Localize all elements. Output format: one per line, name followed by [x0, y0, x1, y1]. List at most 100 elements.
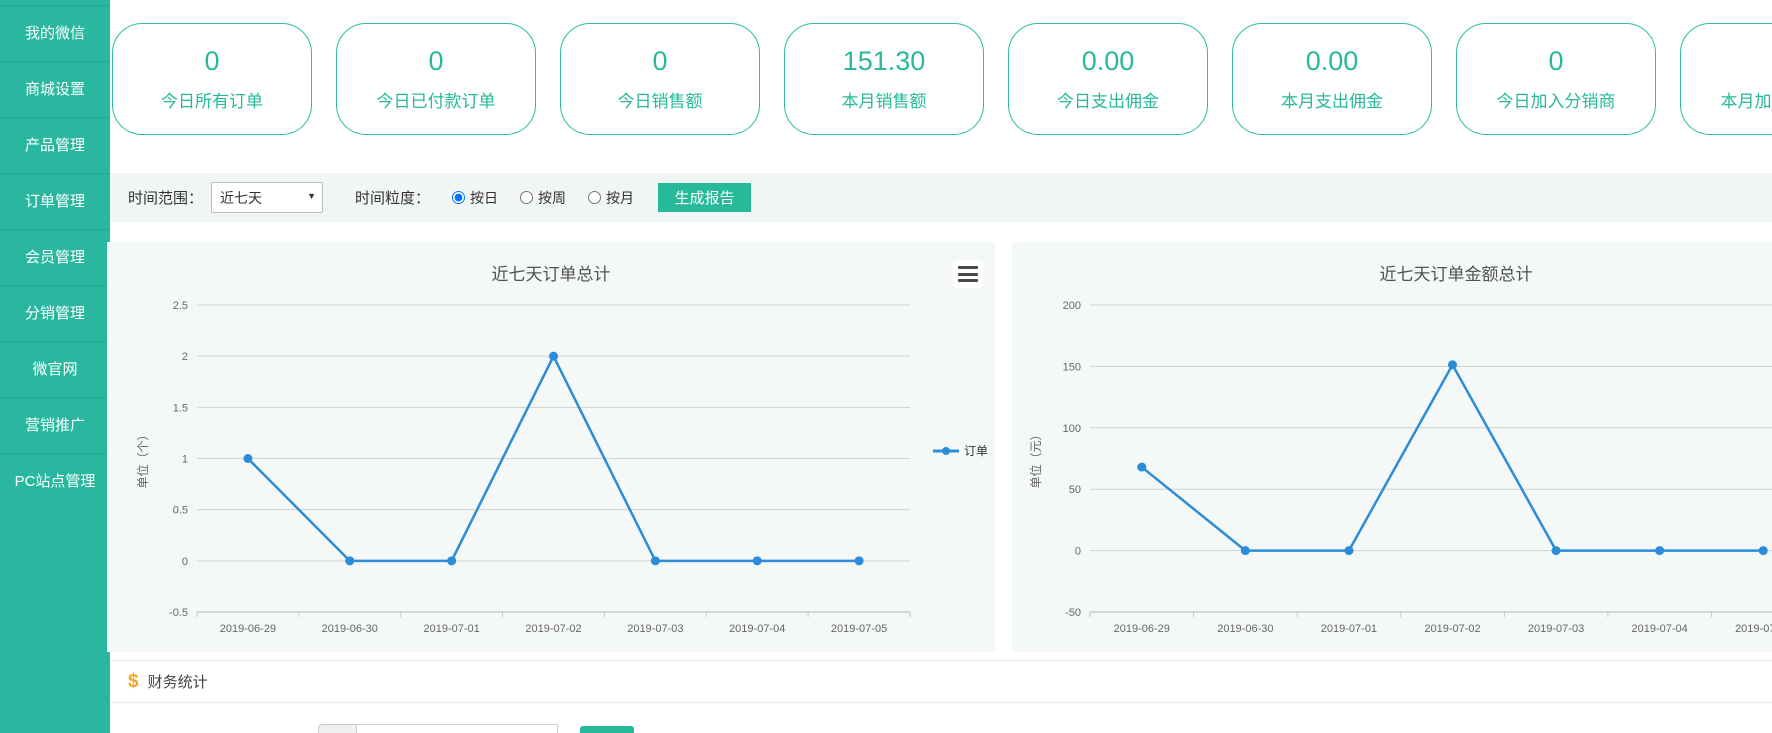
- x-tick-label: 2019-06-30: [322, 623, 378, 635]
- y-tick-label: 0: [1075, 546, 1081, 558]
- finance-section-header: $ 财务统计: [110, 660, 1772, 703]
- data-point[interactable]: [1759, 546, 1768, 555]
- finance-input[interactable]: [356, 724, 558, 733]
- radio-by-week[interactable]: 按周: [520, 188, 566, 208]
- dollar-icon: $: [128, 671, 139, 693]
- generate-report-button[interactable]: 生成报告: [658, 183, 751, 212]
- y-tick-label: 1: [182, 454, 188, 466]
- y-tick-label: 0: [182, 556, 188, 568]
- data-point[interactable]: [1448, 360, 1457, 369]
- order-amount-line-chart[interactable]: 200150100500-502019-06-292019-06-302019-…: [1012, 242, 1772, 652]
- x-tick-label: 2019-07-02: [1424, 623, 1480, 635]
- stat-value: 0.00: [1233, 46, 1431, 77]
- radio-by-month-input[interactable]: [588, 191, 601, 204]
- radio-by-week-label: 按周: [538, 188, 566, 208]
- radio-by-day-label: 按日: [470, 188, 498, 208]
- data-point[interactable]: [1137, 463, 1146, 472]
- stat-label: 今日销售额: [561, 87, 759, 112]
- stat-card-today-distributors: 0 今日加入分销商: [1456, 23, 1656, 135]
- sidebar-item-pc-site[interactable]: PC站点管理: [0, 453, 110, 509]
- stat-card-today-orders: 0 今日所有订单: [112, 23, 312, 135]
- data-point[interactable]: [243, 454, 252, 463]
- sidebar-item-marketing[interactable]: 营销推广: [0, 397, 110, 453]
- y-tick-label: -0.5: [169, 607, 188, 619]
- chart-panel-orders: 近七天订单总计 2.521.510.50-0.52019-06-292019-0…: [107, 242, 995, 652]
- y-tick-label: 1.5: [173, 402, 188, 414]
- stat-label: 今日支出佣金: [1009, 87, 1207, 112]
- y-tick-label: 0.5: [173, 505, 188, 517]
- sidebar-item-members[interactable]: 会员管理: [0, 229, 110, 285]
- input-addon-box: [318, 724, 356, 733]
- x-tick-label: 2019-07-04: [729, 623, 785, 635]
- x-tick-label: 2019-06-30: [1217, 623, 1273, 635]
- data-point[interactable]: [345, 556, 354, 565]
- sidebar: 我的微信 商城设置 产品管理 订单管理 会员管理 分销管理 微官网 营销推广 P…: [0, 0, 110, 733]
- x-tick-label: 2019-07-02: [525, 623, 581, 635]
- radio-by-month-label: 按月: [606, 188, 634, 208]
- x-tick-label: 2019-07-01: [424, 623, 480, 635]
- stat-value: 0: [337, 46, 535, 77]
- sidebar-item-mall-settings[interactable]: 商城设置: [0, 61, 110, 117]
- x-tick-label: 2019-06-29: [220, 623, 276, 635]
- radio-by-day[interactable]: 按日: [452, 188, 498, 208]
- x-tick-label: 2019-07-05: [1735, 623, 1772, 635]
- data-point[interactable]: [753, 556, 762, 565]
- stat-card-today-sales: 0 今日销售额: [560, 23, 760, 135]
- y-axis-name: 单位（元）: [1028, 428, 1043, 488]
- time-range-select-wrap: 近七天: [211, 182, 323, 213]
- chart-panel-order-amount: 近七天订单金额总计 200150100500-502019-06-292019-…: [1012, 242, 1772, 652]
- stat-card-month-commission: 0.00 本月支出佣金: [1232, 23, 1432, 135]
- stat-card-today-paid-orders: 0 今日已付款订单: [336, 23, 536, 135]
- data-point[interactable]: [651, 556, 660, 565]
- time-range-select[interactable]: 近七天: [211, 182, 323, 213]
- stat-value: 151.30: [785, 46, 983, 77]
- radio-by-week-input[interactable]: [520, 191, 533, 204]
- stat-label: 今日所有订单: [113, 87, 311, 112]
- y-tick-label: 150: [1063, 361, 1081, 373]
- sidebar-item-my-wechat[interactable]: 我的微信: [0, 5, 110, 61]
- orders-line-chart[interactable]: 2.5 2 1.5 1 0.5 0 -0.5 2019-06-29 2019-06-30 2019…: [107, 242, 995, 652]
- finance-submit-button[interactable]: [580, 726, 634, 733]
- sidebar-item-products[interactable]: 产品管理: [0, 117, 110, 173]
- data-point[interactable]: [855, 556, 864, 565]
- stat-label: 本月加入分销商: [1681, 87, 1772, 112]
- radio-by-day-input[interactable]: [452, 191, 465, 204]
- data-point[interactable]: [549, 352, 558, 361]
- stat-label: 今日已付款订单: [337, 87, 535, 112]
- stat-card-month-distributors: 0 本月加入分销商: [1680, 23, 1772, 135]
- legend-item-orders[interactable]: 订单: [933, 442, 988, 459]
- data-point[interactable]: [1241, 546, 1250, 555]
- data-point[interactable]: [1655, 546, 1664, 555]
- x-tick-label: 2019-07-05: [831, 623, 887, 635]
- stat-value: 0: [561, 46, 759, 77]
- y-tick-label: 200: [1063, 300, 1081, 312]
- granularity-label: 时间粒度：: [355, 187, 430, 208]
- stat-value: 0.00: [1009, 46, 1207, 77]
- sidebar-item-distribution[interactable]: 分销管理: [0, 285, 110, 341]
- sidebar-item-orders[interactable]: 订单管理: [0, 173, 110, 229]
- x-tick-label: 2019-07-03: [627, 623, 683, 635]
- stat-value: 0: [1457, 46, 1655, 77]
- y-tick-label: 50: [1069, 484, 1081, 496]
- y-tick-label: -50: [1065, 607, 1081, 619]
- data-point[interactable]: [447, 556, 456, 565]
- data-point[interactable]: [1552, 546, 1561, 555]
- stat-value: 0: [1681, 46, 1772, 77]
- radio-by-month[interactable]: 按月: [588, 188, 634, 208]
- x-tick-label: 2019-06-29: [1114, 623, 1170, 635]
- finance-section-title: 财务统计: [148, 671, 208, 692]
- data-point[interactable]: [1344, 546, 1353, 555]
- y-tick-label: 2: [182, 351, 188, 363]
- x-tick-label: 2019-07-04: [1632, 623, 1688, 635]
- filter-bar: 时间范围： 近七天 时间粒度： 按日 按周 按月 生成报告: [110, 173, 1772, 222]
- legend-label: 订单: [964, 442, 988, 459]
- stat-label: 今日加入分销商: [1457, 87, 1655, 112]
- x-tick-label: 2019-07-01: [1321, 623, 1377, 635]
- stat-value: 0: [113, 46, 311, 77]
- y-tick-label: 2.5: [173, 300, 188, 312]
- stat-label: 本月销售额: [785, 87, 983, 112]
- dashboard-screen: 我的微信 商城设置 产品管理 订单管理 会员管理 分销管理 微官网 营销推广 P…: [0, 0, 1772, 733]
- sidebar-item-micro-site[interactable]: 微官网: [0, 341, 110, 397]
- x-tick-label: 2019-07-03: [1528, 623, 1584, 635]
- y-axis-name: 单位（个）: [135, 428, 150, 488]
